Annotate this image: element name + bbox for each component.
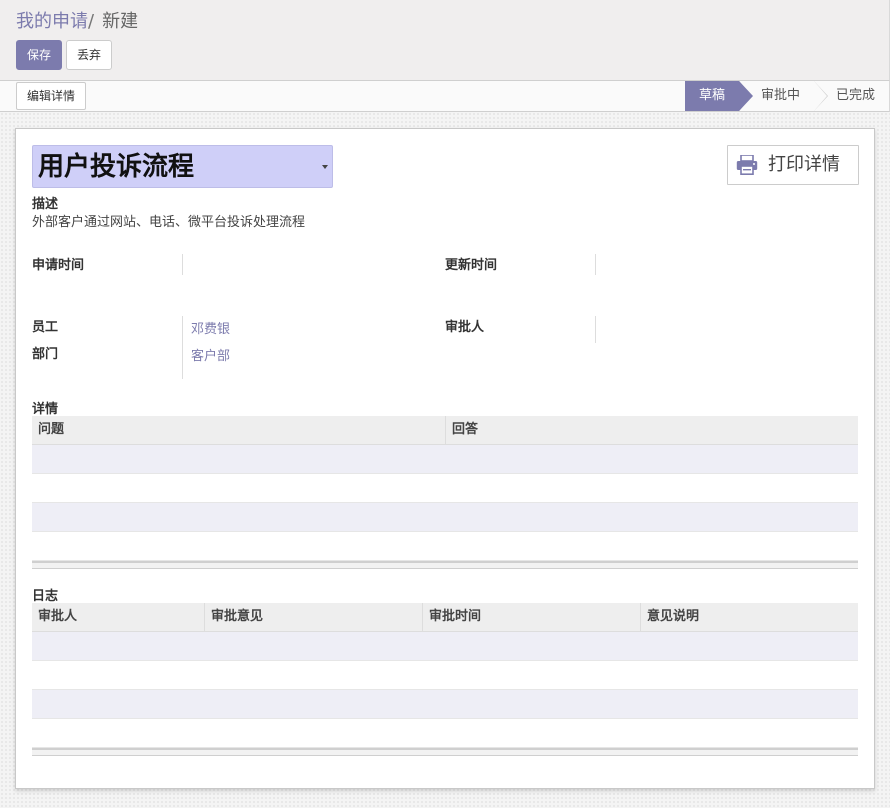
stage-in-approval-label: 审批中: [760, 88, 800, 103]
log-col-approver[interactable]: 审批人: [32, 603, 204, 632]
table-row: [32, 719, 858, 748]
update-time-divider: [595, 254, 596, 275]
print-detail-button[interactable]: 打印详情: [727, 145, 859, 185]
table-row: [32, 661, 858, 690]
process-select[interactable]: 用户投诉流程: [32, 145, 333, 188]
breadcrumb: 我的申请/ 新建: [16, 10, 138, 34]
print-detail-label: 打印详情: [768, 154, 840, 175]
employee-label: 员工: [32, 320, 59, 335]
log-title: 日志: [32, 589, 59, 604]
details-table-header: 问题 回答: [32, 416, 858, 445]
caret-down-icon: [322, 165, 328, 169]
update-time-label: 更新时间: [445, 258, 498, 273]
save-button[interactable]: 保存: [16, 40, 62, 70]
process-title: 用户投诉流程: [38, 152, 195, 182]
details-title: 详情: [32, 402, 59, 417]
stage-completed-label: 已完成: [835, 88, 875, 103]
log-col-remark[interactable]: 意见说明: [640, 603, 858, 632]
log-table-header: 审批人 审批意见 审批时间 意见说明: [32, 603, 858, 632]
description-value: 外部客户通过网站、电话、微平台投诉处理流程: [32, 215, 306, 230]
discard-button[interactable]: 丢弃: [66, 40, 112, 70]
stage-draft-label: 草稿: [698, 88, 725, 103]
table-row: [32, 632, 858, 661]
stage-draft[interactable]: 草稿: [684, 81, 753, 111]
log-col-opinion[interactable]: 审批意见: [204, 603, 422, 632]
table-row: [32, 503, 858, 532]
approver-label: 审批人: [445, 320, 485, 335]
department-field[interactable]: 客户部: [191, 345, 230, 364]
log-col-time[interactable]: 审批时间: [422, 603, 640, 632]
log-table-footer: [32, 748, 858, 756]
printer-icon: [736, 155, 758, 175]
breadcrumb-parent-link[interactable]: 我的申请: [16, 11, 88, 32]
details-col-question[interactable]: 问题: [32, 416, 445, 445]
employee-divider: [182, 316, 183, 379]
apply-time-divider: [182, 254, 183, 275]
details-table: 问题 回答: [32, 416, 858, 569]
control-panel: 我的申请/ 新建 保存 丢弃: [0, 0, 890, 81]
breadcrumb-separator: /: [88, 11, 95, 32]
log-table: 审批人 审批意见 审批时间 意见说明: [32, 603, 858, 756]
stage-pipeline: 草稿 审批中 已完成: [684, 81, 889, 111]
table-row: [32, 445, 858, 474]
details-table-footer: [32, 561, 858, 569]
details-col-answer[interactable]: 回答: [445, 416, 858, 445]
form-sheet: 用户投诉流程 打印详情 描述 外部客户通过网站、电话、微平台投诉处理流程 申请时…: [15, 128, 875, 789]
table-row: [32, 474, 858, 503]
employee-field[interactable]: 邓费银: [191, 318, 230, 337]
table-row: [32, 690, 858, 719]
edit-detail-button[interactable]: 编辑详情: [16, 82, 86, 110]
apply-time-label: 申请时间: [32, 258, 85, 273]
approver-divider: [595, 316, 596, 343]
table-row: [32, 532, 858, 561]
statusbar: 编辑详情 草稿 审批中 已完成: [0, 80, 890, 112]
department-label: 部门: [32, 347, 59, 362]
breadcrumb-current: 新建: [102, 11, 139, 32]
description-label: 描述: [32, 197, 59, 212]
